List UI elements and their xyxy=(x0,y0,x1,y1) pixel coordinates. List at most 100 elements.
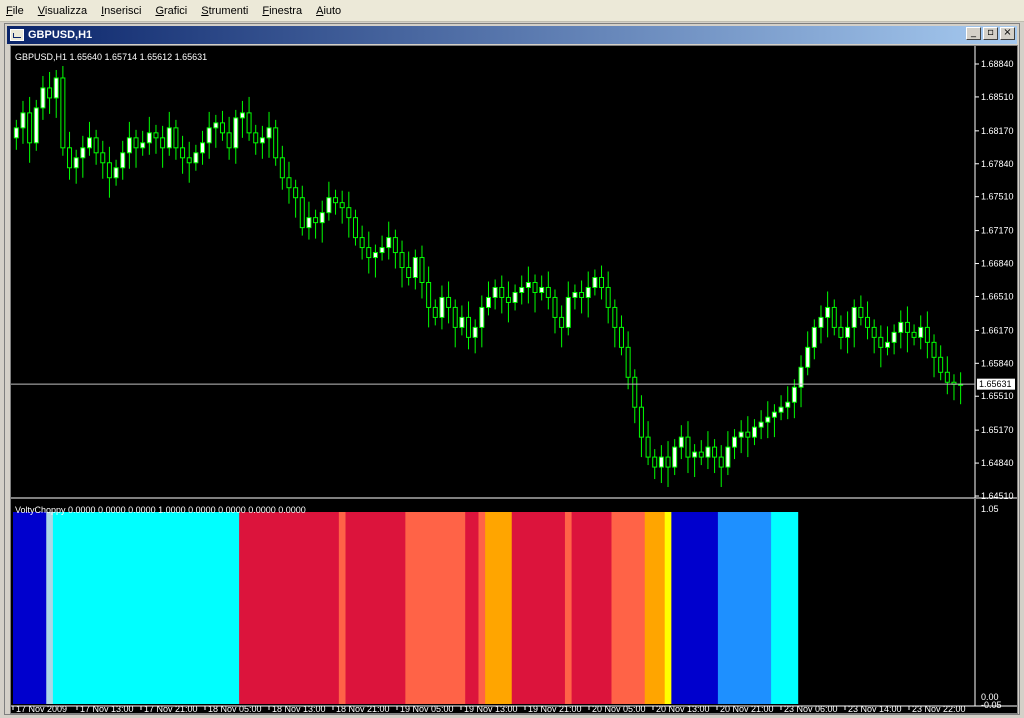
price-tick-label: 1.66840 xyxy=(981,259,1014,269)
candle-body xyxy=(505,296,511,303)
candle-body xyxy=(299,197,305,229)
candle-body xyxy=(944,371,950,383)
indicator-tick-label: 1.05 xyxy=(981,504,999,514)
candle-body xyxy=(612,306,618,328)
price-tick-label: 1.66510 xyxy=(981,291,1014,301)
candle-body xyxy=(326,197,332,214)
menu-file[interactable]: File xyxy=(0,5,32,17)
candle-body xyxy=(426,281,432,308)
candle-body xyxy=(379,247,385,254)
time-tick-label: 19 Nov 05:00 xyxy=(400,704,454,713)
candle-body xyxy=(579,291,585,298)
price-tick-label: 1.67840 xyxy=(981,159,1014,169)
price-tick-label: 1.65510 xyxy=(981,391,1014,401)
price-tick-label: 1.67170 xyxy=(981,226,1014,236)
chart-window-icon xyxy=(10,29,24,41)
candle-body xyxy=(745,431,751,438)
candle-body xyxy=(738,431,744,438)
candle-body xyxy=(665,456,671,468)
menu-aiuto[interactable]: Aiuto xyxy=(310,5,349,17)
candle-body xyxy=(771,411,777,418)
indicator-panel: VoltyChoppy 0.0000 0.0000 0.0000 1.0000 … xyxy=(13,499,1002,710)
candle-body xyxy=(153,132,159,139)
candle-body xyxy=(173,127,179,149)
candle-body xyxy=(27,112,33,144)
candle-body xyxy=(286,177,292,189)
current-price-label: 1.65631 xyxy=(979,379,1012,389)
candle-body xyxy=(259,137,265,144)
time-tick-label: 17 Nov 13:00 xyxy=(80,704,134,713)
candle-body xyxy=(80,147,86,159)
minimize-button[interactable]: _ xyxy=(966,27,981,40)
time-tick-label: 17 Nov 21:00 xyxy=(144,704,198,713)
candle-body xyxy=(213,122,219,129)
menu-visualizza[interactable]: Visualizza xyxy=(32,5,95,17)
menu-grafici[interactable]: Grafici xyxy=(149,5,195,17)
candle-body xyxy=(898,321,904,333)
candle-body xyxy=(53,77,59,99)
time-tick-label: 18 Nov 05:00 xyxy=(208,704,262,713)
candle-body xyxy=(226,132,232,149)
candle-body xyxy=(366,247,372,259)
menu-strumenti[interactable]: Strumenti xyxy=(195,5,256,17)
menu-finestra[interactable]: Finestra xyxy=(256,5,310,17)
candle-body xyxy=(386,237,392,249)
window-controls: _ ▫ × xyxy=(966,27,1015,40)
indicator-segment xyxy=(664,512,672,704)
candle-body xyxy=(818,316,824,328)
candle-body xyxy=(399,252,405,269)
close-button[interactable]: × xyxy=(1000,27,1015,40)
candle-body xyxy=(359,237,365,249)
candle-body xyxy=(446,296,452,308)
candle-body xyxy=(858,306,864,318)
candle-body xyxy=(432,306,438,318)
candle-body xyxy=(279,157,285,179)
menu-inserisci[interactable]: Inserisci xyxy=(95,5,149,17)
candle-body xyxy=(219,122,225,134)
candle-body xyxy=(811,326,817,348)
candle-body xyxy=(200,142,206,154)
candle-body xyxy=(206,127,212,144)
candle-body xyxy=(904,321,910,333)
candle-body xyxy=(466,316,472,338)
candle-body xyxy=(884,341,890,348)
candle-body xyxy=(585,286,591,298)
candle-body xyxy=(306,217,312,229)
candle-body xyxy=(313,217,319,224)
indicator-segment xyxy=(478,512,486,704)
candle-body xyxy=(233,117,239,149)
time-tick-label: 18 Nov 13:00 xyxy=(272,704,326,713)
candle-body xyxy=(512,291,518,303)
candle-body xyxy=(60,77,66,149)
candle-body xyxy=(565,296,571,328)
indicator-segment xyxy=(571,512,612,704)
time-tick-label: 17 Nov 2009 xyxy=(16,704,67,713)
candle-body xyxy=(825,306,831,318)
candle-body xyxy=(146,132,152,144)
candle-body xyxy=(126,137,132,154)
candle-body xyxy=(479,306,485,328)
chart-canvas[interactable]: GBPUSD,H1 1.65640 1.65714 1.65612 1.6563… xyxy=(11,46,1017,714)
window-titlebar[interactable]: GBPUSD,H1 _ ▫ × xyxy=(7,26,1017,44)
candle-body xyxy=(253,132,259,144)
candle-body xyxy=(831,306,837,328)
candle-body xyxy=(319,212,325,224)
candle-body xyxy=(645,436,651,458)
candle-body xyxy=(140,142,146,149)
chart-area[interactable]: GBPUSD,H1 1.65640 1.65714 1.65612 1.6563… xyxy=(10,45,1018,714)
candle-body xyxy=(93,137,99,154)
indicator-segment xyxy=(511,512,566,704)
candle-body xyxy=(485,296,491,308)
candle-body xyxy=(592,277,598,288)
candle-body xyxy=(239,112,245,119)
candle-body xyxy=(20,112,26,129)
indicator-segment xyxy=(13,512,47,704)
candle-body xyxy=(346,207,352,219)
indicator-segment xyxy=(338,512,346,704)
candle-body xyxy=(605,286,611,308)
restore-button[interactable]: ▫ xyxy=(983,27,998,40)
price-axis-ticks: 1.68840 1.68510 1.68170 1.67840 1.67510 1.671… xyxy=(975,59,1014,501)
candle-body xyxy=(492,286,498,298)
time-tick-label: 23 Nov 22:00 xyxy=(912,704,966,713)
chart-window: GBPUSD,H1 _ ▫ × GBPUSD,H1 1.65640 1.6571… xyxy=(4,23,1020,715)
